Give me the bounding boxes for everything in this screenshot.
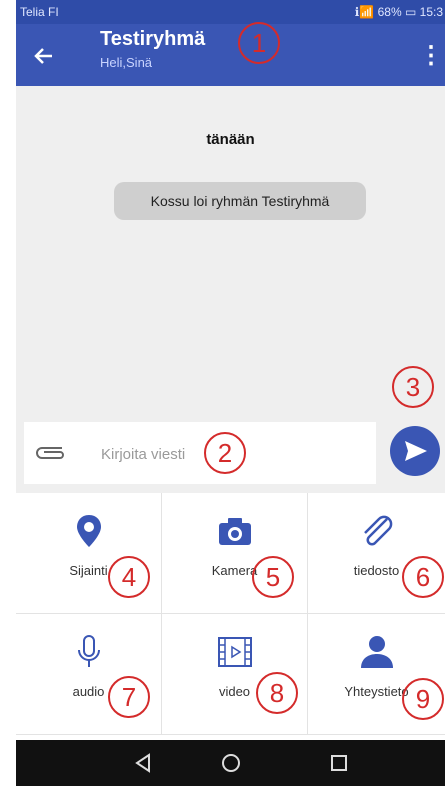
callout-6: 6 — [402, 556, 444, 598]
callout-1: 1 — [238, 22, 280, 64]
android-nav-bar — [16, 740, 445, 786]
nav-back-icon[interactable] — [128, 748, 158, 778]
day-separator: tänään — [206, 131, 255, 148]
attach-location[interactable]: Sijainti — [16, 493, 162, 614]
phone-screen: Telia FI ℹ📶 68% ▭ 15:3 Testiryhmä Heli,S… — [16, 0, 445, 786]
carrier-label: Telia FI — [20, 5, 59, 19]
nav-recents-icon[interactable] — [324, 748, 354, 778]
callout-7: 7 — [108, 676, 150, 718]
system-message: Kossu loi ryhmän Testiryhmä — [114, 182, 366, 220]
person-icon — [360, 636, 393, 668]
video-film-icon — [217, 637, 252, 667]
status-bar: Telia FI ℹ📶 68% ▭ 15:3 — [16, 0, 445, 24]
send-icon — [405, 441, 427, 461]
message-composer — [24, 422, 376, 484]
attachment-grid: Sijainti Kamera tiedosto audio video Yht… — [16, 493, 445, 740]
send-button[interactable] — [390, 426, 440, 476]
nav-home-icon[interactable] — [216, 748, 246, 778]
attach-icon[interactable] — [32, 442, 68, 464]
attach-camera[interactable]: Kamera — [162, 493, 308, 614]
paperclip-icon — [363, 515, 392, 546]
attach-audio[interactable]: audio — [16, 614, 162, 735]
microphone-icon — [77, 635, 100, 667]
message-area: tänään Kossu loi ryhmän Testiryhmä — [16, 86, 445, 416]
callout-9: 9 — [402, 678, 444, 720]
app-bar: Testiryhmä Heli,Sinä ⋮ — [16, 24, 445, 86]
chat-members: Heli,Sinä — [100, 55, 153, 70]
status-icons: ℹ📶 68% ▭ 15:3 — [354, 5, 443, 19]
camera-icon — [218, 518, 251, 545]
back-arrow-icon[interactable] — [26, 38, 62, 74]
callout-2: 2 — [204, 432, 246, 474]
callout-4: 4 — [108, 556, 150, 598]
callout-5: 5 — [252, 556, 294, 598]
location-pin-icon — [76, 515, 101, 547]
callout-3: 3 — [392, 366, 434, 408]
callout-8: 8 — [256, 672, 298, 714]
chat-title[interactable]: Testiryhmä — [100, 28, 205, 51]
more-menu-icon[interactable]: ⋮ — [419, 38, 443, 74]
